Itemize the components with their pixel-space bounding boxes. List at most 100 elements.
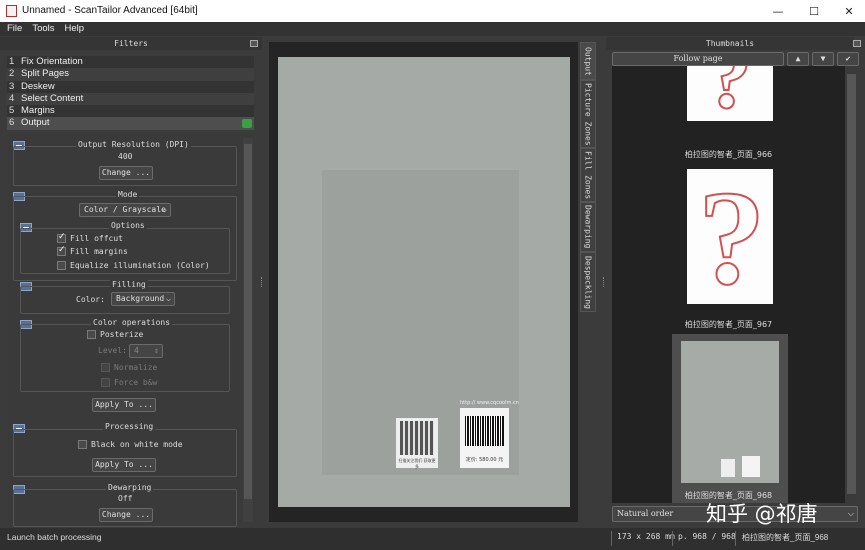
color-ops-apply-button[interactable]: Apply To ... [92,398,156,412]
missing-image-icon: ? [706,66,753,128]
status-separator [735,531,736,546]
tab-despeckling[interactable]: Despeckling [580,252,596,312]
status-separator [672,531,673,546]
resolution-title: Output Resolution (DPI) [76,140,191,149]
posterize-checkbox[interactable] [87,330,96,339]
menu-help[interactable]: Help [65,22,85,36]
status-message: Launch batch processing [7,532,102,542]
app-icon [6,5,17,17]
filling-title: Filling [110,280,148,289]
tab-label: Despeckling [583,255,593,309]
normalize-label: Normalize [114,363,158,372]
filter-item-output[interactable]: 6 Output [7,117,254,130]
thumbnail-caption: 柏拉图的智者_页面_966 [684,150,773,159]
dewarping-change-button[interactable]: Change ... [99,508,153,522]
filling-color-label: Color: [76,295,105,304]
force-bw-label: Force b&w [114,378,158,387]
force-bw-checkbox[interactable] [101,378,110,387]
thumbnail-list[interactable]: ? 柏拉图的智者_页面_966 ? 柏拉图的智者_页面_967 柏拉图的智者_页… [612,66,845,503]
filter-label: Output [21,117,50,129]
title-bar: Unnamed - ScanTailor Advanced [64bit] — … [0,0,865,22]
page-counter: p. 968 / 968 [678,532,736,541]
processing-title: Processing [103,422,156,431]
mode-select-value: Color / Grayscale [84,205,166,214]
thumbnail-caption: 柏拉图的智者_页面_967 [684,320,773,329]
posterize-label: Posterize [100,330,144,339]
qr-pattern [400,421,434,455]
follow-page-button[interactable]: Follow page [612,52,784,66]
filters-title: Filters [0,37,262,50]
cover-url: http:// www.cqcoolm.cn [460,400,519,406]
thumbnails-scrollbar[interactable] [846,66,857,503]
fill-margins-label: Fill margins [70,247,128,256]
filter-num: 4 [9,92,15,104]
chevron-down-icon: ⌵ [847,509,854,518]
tab-dewarping[interactable]: Dewarping [580,202,596,252]
page-up-button[interactable]: ▲ [787,52,809,66]
fill-offcut-label: Fill offcut [70,234,123,243]
menu-bar: File Tools Help [0,22,865,36]
options-scrollbar[interactable] [243,138,253,522]
filter-num: 1 [9,56,15,67]
dewarping-title: Dewarping [106,483,154,492]
level-value: 4 [134,346,139,355]
scrollbar-thumb[interactable] [244,144,252,499]
mode-title: Mode [116,190,140,199]
thumbnails-undock-icon[interactable] [853,40,861,47]
level-label: Level: [98,346,127,355]
window-title: Unnamed - ScanTailor Advanced [64bit] [22,5,198,16]
filter-num: 2 [9,68,15,80]
page-down-button[interactable]: ▼ [812,52,834,66]
filling-color-value: Background [116,294,165,303]
confirm-button[interactable]: ✔ [837,52,859,66]
menu-tools[interactable]: Tools [32,22,54,36]
filter-num: 3 [9,80,15,92]
tab-picture-zones[interactable]: Picture Zones [580,80,596,148]
minimize-button[interactable]: — [760,0,796,22]
tab-output[interactable]: Output [580,42,596,80]
fill-offcut-checkbox[interactable] [57,232,66,243]
sort-order-value: Natural order [617,509,674,518]
level-spinbox[interactable]: 4 ⇕ [129,344,163,358]
filter-item-margins[interactable]: 5 Margins [7,105,254,118]
filter-label: Fix Orientation [21,56,83,67]
color-ops-title: Color operations [91,318,173,327]
qr-code: 扫描关注我们 获取更多 [396,418,438,469]
close-button[interactable]: ✕ [831,0,865,22]
filters-undock-icon[interactable] [250,40,258,47]
processing-apply-button[interactable]: Apply To ... [92,458,156,472]
menu-file[interactable]: File [7,22,22,36]
thumb-barcode [742,456,760,477]
filter-item-split-pages[interactable]: 2 Split Pages [7,68,254,81]
chevron-down-icon: ⌵ [166,294,171,303]
price-label: 定价: 580.00 元 [465,457,504,463]
filter-item-fix-orientation[interactable]: 1 Fix Orientation [7,56,254,69]
filter-item-select-content[interactable]: 4 Select Content [7,92,254,106]
resolution-change-button[interactable]: Change ... [99,166,153,180]
qr-caption: 扫描关注我们 获取更多 [398,458,436,469]
thumbnails-title: Thumbnails [606,37,854,50]
filter-num: 5 [9,105,15,117]
status-bar: Launch batch processing 173 x 268 mm p. … [0,528,865,550]
equalize-checkbox[interactable] [57,261,66,270]
thumb-qr [721,459,735,477]
fill-margins-checkbox[interactable] [57,245,66,256]
filter-label: Deskew [21,80,55,92]
page-size: 173 x 268 mm [617,532,675,541]
filling-color-select[interactable]: Background ⌵ [111,292,175,306]
filter-label: Split Pages [21,68,70,80]
filter-label: Margins [21,105,55,117]
maximize-button[interactable]: ☐ [796,0,832,22]
normalize-checkbox[interactable] [101,363,110,372]
filter-item-deskew[interactable]: 3 Deskew [7,80,254,93]
black-on-white-checkbox[interactable] [78,440,87,449]
resolution-value: 400 [118,152,133,161]
barcode: 定价: 580.00 元 [460,408,509,468]
watermark: 知乎 @祁唐 [706,502,818,526]
scrollbar-thumb[interactable] [847,74,856,494]
mode-select[interactable]: Color / Grayscale ⌵ [79,203,171,217]
options-title: Options [109,221,147,230]
tab-fill-zones[interactable]: Fill Zones [580,148,596,202]
barcode-pattern [465,416,504,446]
filter-label: Select Content [21,92,84,104]
